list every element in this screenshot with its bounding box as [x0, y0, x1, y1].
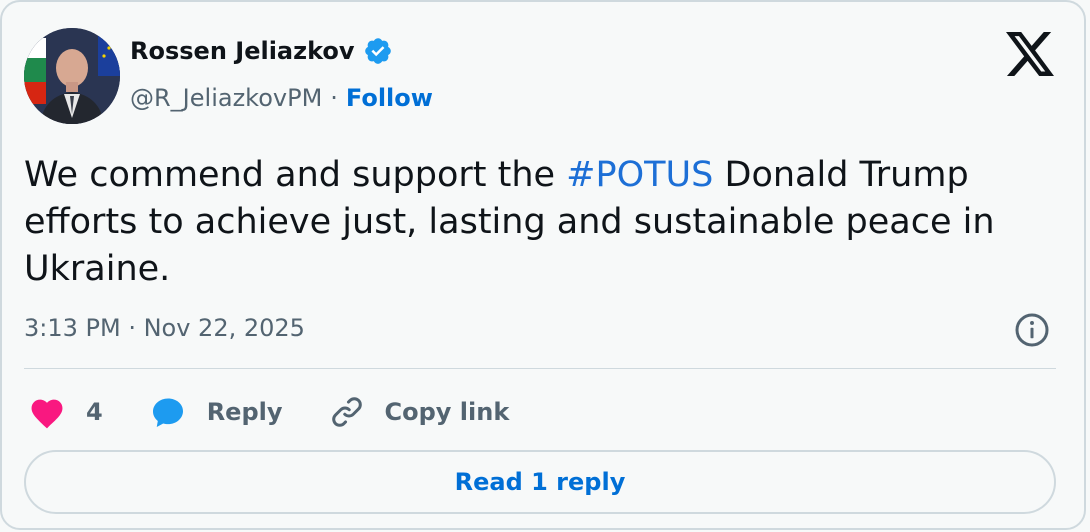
hashtag-link[interactable]: #POTUS [566, 155, 713, 195]
copy-link-label: Copy link [384, 398, 510, 426]
author-handle-row: @R_JeliazkovPM · Follow [130, 84, 433, 112]
speech-bubble-icon [152, 398, 183, 427]
avatar[interactable] [24, 28, 120, 124]
tweet-timestamp[interactable]: 3:13 PM · Nov 22, 2025 [24, 314, 305, 342]
read-replies-label: Read 1 reply [454, 468, 626, 496]
action-bar: 4 Reply Copy link [28, 390, 555, 434]
author-name[interactable]: Rossen Jeliazkov [130, 37, 355, 65]
tweet-embed-card: Rossen Jeliazkov @R_JeliazkovPM · Follow… [0, 0, 1086, 530]
like-count: 4 [86, 398, 103, 426]
follow-button[interactable]: Follow [346, 84, 433, 112]
author-handle[interactable]: @R_JeliazkovPM [130, 84, 322, 112]
tweet-text-start: We commend and support the [24, 155, 567, 195]
info-icon[interactable] [1014, 312, 1050, 348]
separator-dot: · [330, 84, 338, 112]
author-name-row: Rossen Jeliazkov [130, 36, 393, 66]
link-icon [331, 397, 362, 427]
heart-icon [31, 399, 63, 429]
reply-button[interactable]: Reply [149, 394, 283, 430]
tweet-text: We commend and support the #POTUS Donald… [24, 152, 1034, 293]
verified-badge-icon [364, 38, 391, 64]
x-logo-icon[interactable] [1006, 32, 1054, 76]
copy-link-button[interactable]: Copy link [329, 394, 510, 430]
divider [24, 368, 1056, 369]
like-button[interactable]: 4 [28, 395, 103, 429]
read-replies-button[interactable]: Read 1 reply [24, 450, 1056, 514]
reply-label: Reply [206, 398, 283, 426]
